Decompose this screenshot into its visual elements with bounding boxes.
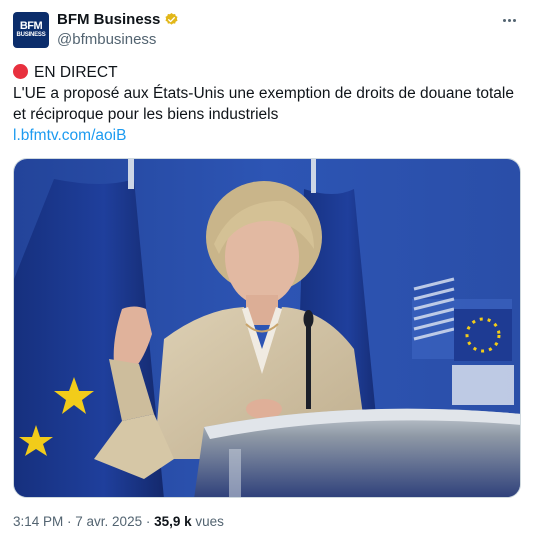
tweet-card: BFM BUSINESS BFM Business @bfmbusiness E… (0, 0, 533, 546)
avatar-text-line1: BFM (19, 20, 43, 32)
tweet-text: EN DIRECT L'UE a proposé aux États-Unis … (13, 62, 523, 146)
views-count: 35,9 k (154, 514, 192, 529)
separator: · (142, 514, 155, 529)
views-label: vues (191, 514, 224, 529)
tweet-text-line1: L'UE a proposé aux États-Unis une exempt… (13, 85, 514, 102)
tweet-date[interactable]: 7 avr. 2025 (75, 514, 142, 529)
tweet-text-line2: et réciproque pour les biens industriels (13, 106, 279, 123)
author-name[interactable]: BFM Business (57, 11, 160, 28)
live-label: EN DIRECT (34, 64, 118, 81)
more-options-icon[interactable] (497, 10, 521, 30)
tweet-time[interactable]: 3:14 PM (13, 514, 63, 529)
tweet-metadata: 3:14 PM · 7 avr. 2025 · 35,9 k vues (13, 514, 224, 529)
live-dot-icon (13, 64, 28, 79)
author-handle[interactable]: @bfmbusiness (57, 31, 156, 48)
separator: · (63, 514, 76, 529)
press-conference-photo (14, 159, 520, 497)
tweet-link[interactable]: l.bfmtv.com/aoiB (13, 125, 523, 146)
tweet-media-image[interactable] (13, 158, 521, 498)
avatar-text-line2: BUSINESS (16, 32, 46, 38)
live-row: EN DIRECT (13, 62, 523, 83)
avatar[interactable]: BFM BUSINESS (13, 12, 49, 48)
author-name-row[interactable]: BFM Business (57, 11, 179, 28)
verified-badge-icon (165, 12, 178, 25)
